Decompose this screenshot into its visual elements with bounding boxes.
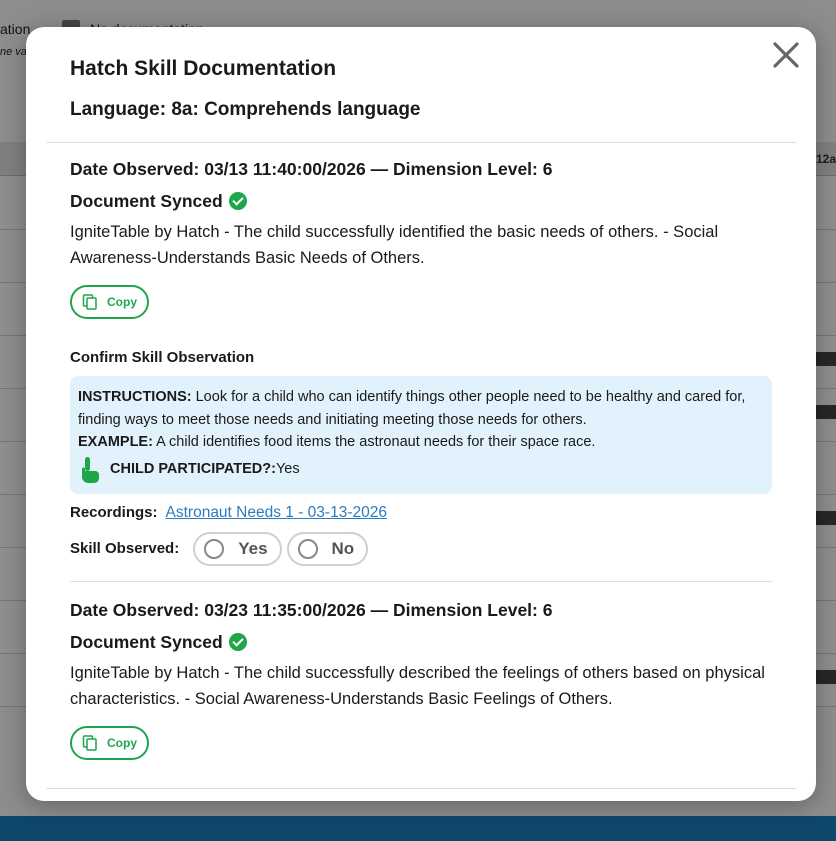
recordings-row: Recordings: Astronaut Needs 1 - 03-13-20… bbox=[70, 504, 772, 522]
sync-status-label: Document Synced bbox=[70, 631, 223, 652]
skill-documentation-modal: Hatch Skill Documentation Language: 8a: … bbox=[26, 27, 816, 801]
observation-description: IgniteTable by Hatch - The child success… bbox=[70, 663, 765, 708]
modal-body: Date Observed: 03/13 11:40:00/2026 — Dim… bbox=[70, 157, 772, 760]
sync-status-label: Document Synced bbox=[70, 191, 223, 211]
skill-observed-yes-radio[interactable]: Yes bbox=[193, 531, 282, 566]
copy-button[interactable]: Copy bbox=[70, 725, 149, 760]
observation-entry: Date Observed: 03/13 11:40:00/2026 — Dim… bbox=[70, 157, 772, 566]
recordings-label: Recordings: bbox=[70, 504, 158, 521]
radio-circle-icon bbox=[204, 538, 225, 559]
confirm-skill-title: Confirm Skill Observation bbox=[70, 349, 255, 366]
observation-date: Date Observed: 03/13 11:40:00/2026 — Dim… bbox=[70, 159, 553, 179]
observation-date: Date Observed: 03/23 11:35:00/2026 — Dim… bbox=[70, 599, 553, 620]
example-label: EXAMPLE: bbox=[78, 434, 153, 450]
check-circle-icon bbox=[228, 632, 247, 651]
observation-description: IgniteTable by Hatch - The child success… bbox=[70, 223, 719, 267]
divider bbox=[46, 788, 796, 789]
sync-status: Document Synced bbox=[70, 630, 772, 654]
copy-label: Copy bbox=[107, 295, 137, 309]
sync-status: Document Synced bbox=[70, 189, 772, 213]
skill-observed-row: Skill Observed: Yes No bbox=[70, 531, 772, 566]
copy-icon bbox=[82, 734, 97, 751]
example-body: A child identifies food items the astron… bbox=[152, 434, 596, 450]
divider bbox=[46, 142, 796, 143]
check-circle-icon bbox=[228, 192, 247, 210]
participated-label: CHILD PARTICIPATED?: bbox=[110, 461, 276, 478]
radio-circle-icon bbox=[297, 538, 318, 559]
pointing-hand-icon bbox=[82, 456, 99, 483]
instructions-text: INSTRUCTIONS: Look for a child who can i… bbox=[78, 386, 764, 431]
instructions-box: INSTRUCTIONS: Look for a child who can i… bbox=[70, 376, 772, 494]
radio-label: Yes bbox=[238, 538, 268, 558]
example-text: EXAMPLE: A child identifies food items t… bbox=[78, 431, 764, 454]
modal-subtitle: Language: 8a: Comprehends language bbox=[70, 99, 421, 120]
modal-title: Hatch Skill Documentation bbox=[70, 57, 337, 80]
instructions-label: INSTRUCTIONS: bbox=[78, 389, 192, 405]
radio-label: No bbox=[331, 538, 355, 558]
participated-value: Yes bbox=[275, 461, 300, 478]
close-icon[interactable] bbox=[770, 39, 802, 71]
skill-observed-label: Skill Observed: bbox=[70, 540, 180, 557]
observation-entry: Date Observed: 03/23 11:35:00/2026 — Dim… bbox=[70, 598, 772, 760]
copy-icon bbox=[82, 294, 97, 310]
child-participated: CHILD PARTICIPATED?: Yes bbox=[78, 456, 764, 484]
copy-label: Copy bbox=[107, 735, 137, 750]
recording-link[interactable]: Astronaut Needs 1 - 03-13-2026 bbox=[166, 504, 387, 522]
skill-observed-no-radio[interactable]: No bbox=[286, 531, 369, 566]
divider bbox=[70, 580, 772, 582]
copy-button[interactable]: Copy bbox=[70, 285, 149, 319]
